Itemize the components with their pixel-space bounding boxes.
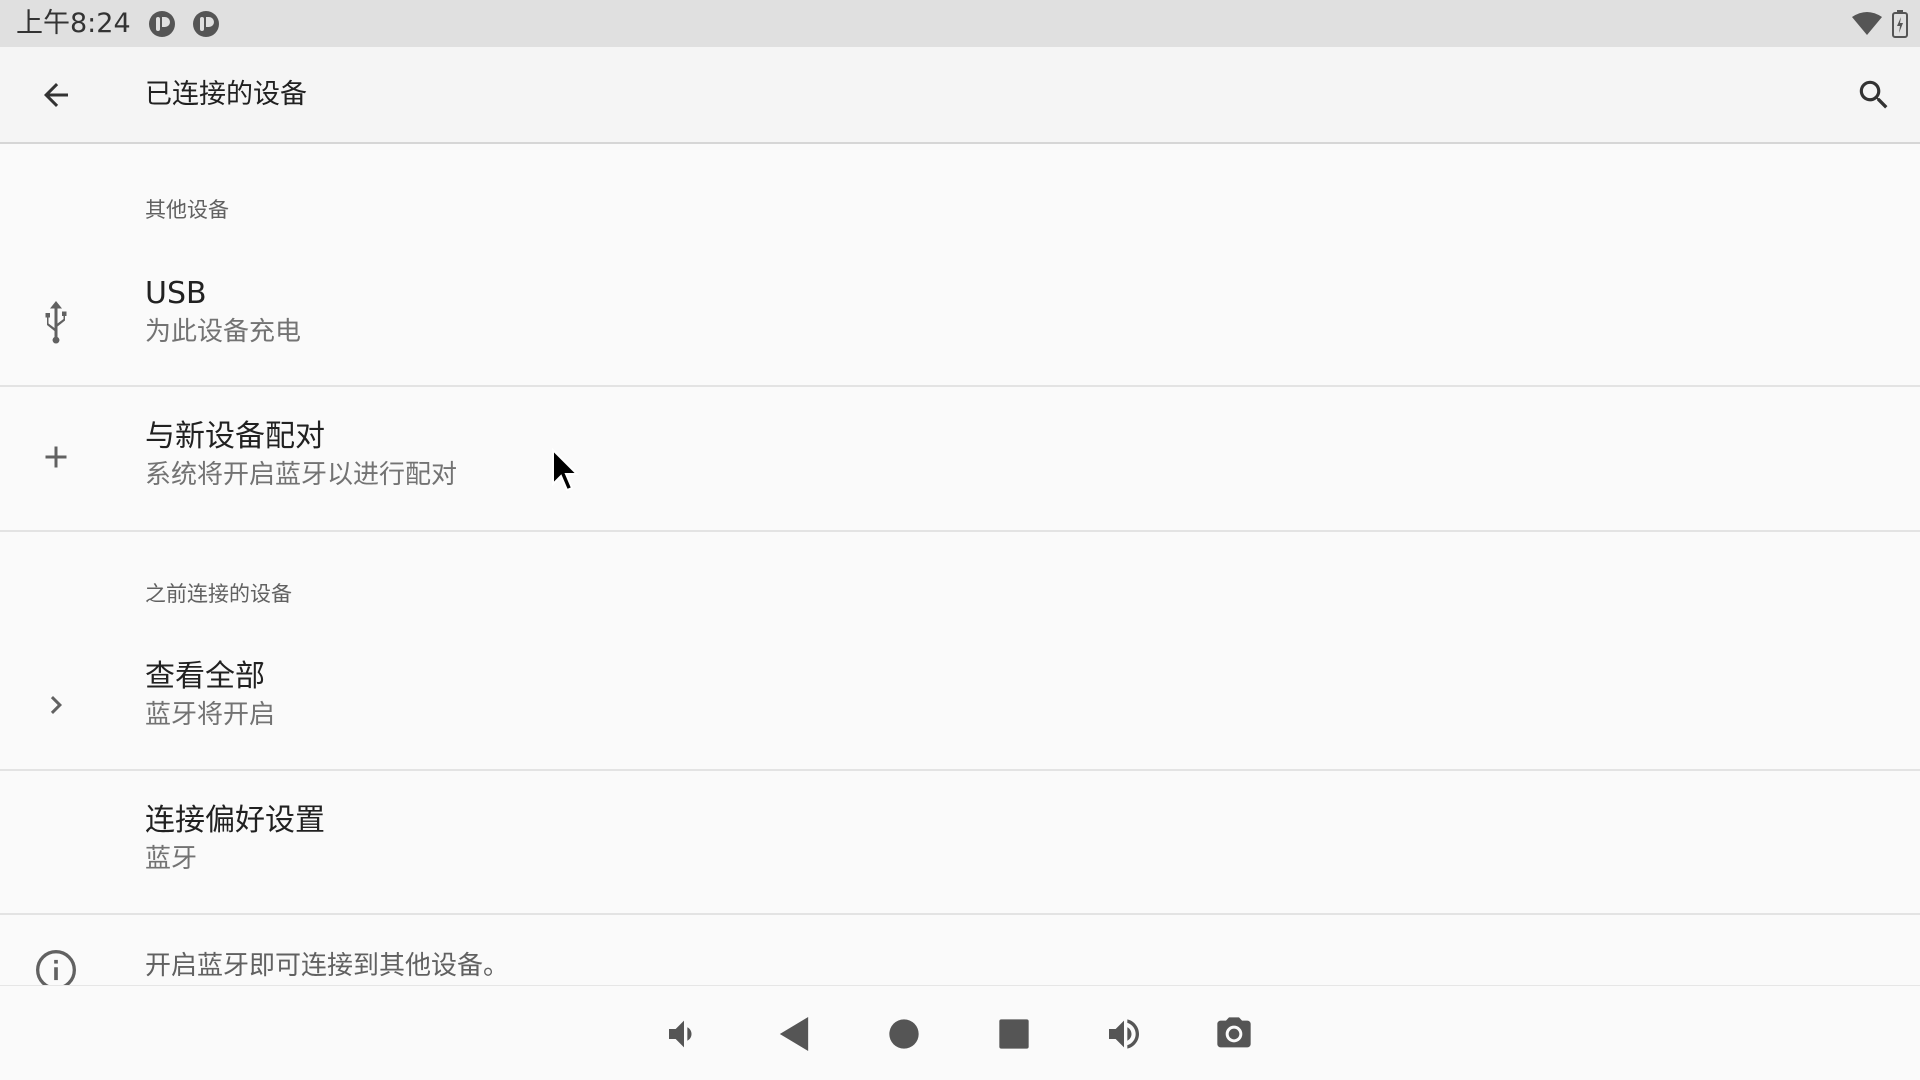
list-item-summary: 系统将开启蓝牙以进行配对 (145, 460, 458, 490)
battery-charging-icon (1892, 10, 1908, 38)
plus-icon (45, 446, 67, 468)
list-item-title: 连接偏好设置 (145, 803, 325, 838)
divider (0, 913, 1920, 915)
list-item-connection-preferences[interactable]: 连接偏好设置 蓝牙 (0, 771, 1920, 914)
notification-app-icon (149, 11, 175, 37)
plus-icon-wrap (24, 425, 88, 489)
volume-up-icon (1109, 1019, 1139, 1049)
page-title: 已连接的设备 (145, 79, 307, 110)
footer-info-text: 开启蓝牙即可连接到其他设备。 (145, 951, 510, 981)
recents-square-icon (999, 1019, 1029, 1049)
back-nav-button[interactable] (758, 1004, 830, 1064)
camera-icon (1217, 1017, 1251, 1048)
usb-icon (45, 301, 67, 344)
back-triangle-icon (779, 1017, 809, 1051)
search-button[interactable] (1842, 69, 1906, 121)
list-item-title: 与新设备配对 (145, 419, 325, 454)
chevron-right-icon-wrap (24, 673, 88, 737)
usb-icon-wrap (24, 290, 88, 354)
volume-up-button[interactable] (1088, 1004, 1160, 1064)
list-item-pair-new-device[interactable]: 与新设备配对 系统将开启蓝牙以进行配对 (0, 387, 1920, 530)
arrow-back-icon (44, 83, 68, 107)
back-button[interactable] (24, 71, 88, 119)
list-item-see-all[interactable]: 查看全部 蓝牙将开启 (0, 645, 1920, 769)
recents-nav-button[interactable] (978, 1004, 1050, 1064)
status-bar: 上午8:24 (0, 0, 1920, 47)
wifi-icon (1852, 12, 1882, 35)
notification-app-icon (193, 11, 219, 37)
volume-down-button[interactable] (648, 1004, 720, 1064)
status-time: 上午8:24 (16, 8, 131, 39)
section-header-other-devices: 其他设备 (145, 198, 229, 222)
list-item-title: 查看全部 (145, 659, 265, 694)
mouse-cursor-icon (552, 448, 580, 492)
list-item-summary: 蓝牙 (145, 844, 198, 874)
list-item-summary: 为此设备充电 (145, 317, 302, 347)
app-bar: 已连接的设备 (0, 47, 1920, 144)
section-header-previously-connected: 之前连接的设备 (145, 582, 292, 606)
chevron-right-icon (50, 696, 62, 714)
list-item-summary: 蓝牙将开启 (145, 700, 276, 730)
search-icon (1859, 80, 1888, 109)
divider (0, 530, 1920, 532)
home-nav-button[interactable] (868, 1004, 940, 1064)
status-right-icons (1852, 10, 1908, 38)
list-item-usb[interactable]: USB 为此设备充电 (0, 262, 1920, 386)
volume-down-icon (669, 1020, 692, 1048)
screenshot-button[interactable] (1198, 1004, 1270, 1064)
navigation-bar (0, 985, 1920, 1080)
list-item-title: USB (145, 276, 207, 311)
home-circle-icon (889, 1019, 919, 1049)
